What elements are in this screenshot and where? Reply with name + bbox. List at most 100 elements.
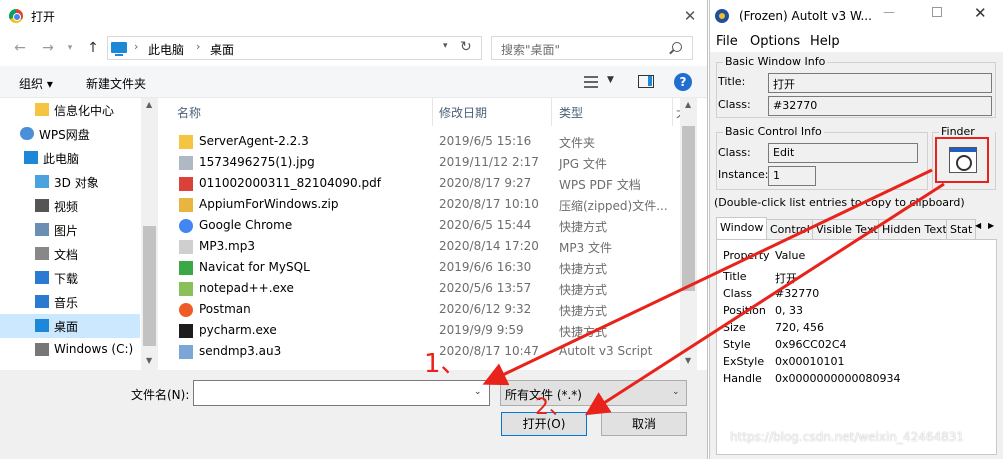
tab-control[interactable]: Control <box>766 219 814 239</box>
column-divider[interactable] <box>432 98 433 126</box>
chevron-down-icon[interactable]: ⌄ <box>672 387 680 397</box>
breadcrumb-separator-icon[interactable]: › <box>196 40 200 53</box>
file-row[interactable]: Navicat for MySQL 2019/6/6 16:30 快捷方式 <box>158 257 688 278</box>
sidebar-item[interactable]: 视频 <box>0 194 140 218</box>
search-icon[interactable] <box>672 42 682 52</box>
file-name: 1573496275(1).jpg <box>199 155 315 169</box>
notepad-icon <box>179 282 193 296</box>
file-row[interactable]: ServerAgent-2.2.3 2019/6/5 15:16 文件夹 <box>158 131 688 152</box>
column-header-date[interactable]: 修改日期 <box>439 104 487 121</box>
property-row[interactable]: Handle 0x0000000000080934 <box>717 371 996 388</box>
recent-dropdown-icon[interactable]: ▾ <box>60 38 80 58</box>
property-row[interactable]: ExStyle 0x00010101 <box>717 354 996 371</box>
autoit-title-bar: (Frozen) AutoIt v3 W... — ✕ <box>710 0 1003 32</box>
sidebar-item[interactable]: 此电脑 <box>0 146 140 170</box>
column-divider[interactable] <box>551 98 552 126</box>
up-arrow-icon[interactable]: ↑ <box>83 38 103 58</box>
sidebar-item[interactable]: WPS网盘 <box>0 122 140 146</box>
view-options-icon[interactable] <box>584 76 598 88</box>
control-class-label: Class: <box>718 146 751 159</box>
sidebar-item[interactable]: 图片 <box>0 218 140 242</box>
sidebar-scroll-thumb[interactable] <box>143 226 156 346</box>
refresh-icon[interactable]: ↻ <box>460 39 472 55</box>
tab-scroll-right-icon[interactable]: ▶ <box>988 221 994 230</box>
file-list-scroll-thumb[interactable] <box>682 126 695 291</box>
cancel-button[interactable]: 取消 <box>601 412 687 436</box>
tab-statusbar[interactable]: Stat <box>946 219 977 239</box>
new-folder-button[interactable]: 新建文件夹 <box>86 75 146 92</box>
scroll-down-icon[interactable]: ▼ <box>685 356 691 365</box>
file-row[interactable]: MP3.mp3 2020/8/14 17:20 MP3 文件 <box>158 236 688 257</box>
sidebar-item[interactable]: 3D 对象 <box>0 170 140 194</box>
chevron-down-icon[interactable]: ⌄ <box>474 387 482 397</box>
property-row[interactable]: Class #32770 <box>717 286 996 303</box>
sidebar-item[interactable]: 音乐 <box>0 290 140 314</box>
view-dropdown-icon[interactable]: ▼ <box>607 75 614 85</box>
column-header-type[interactable]: 类型 <box>559 104 583 121</box>
organize-button[interactable]: 组织 ▾ <box>19 75 53 92</box>
file-row[interactable]: sendmp3.au3 2020/8/17 10:47 AutoIt v3 Scri… <box>158 341 688 362</box>
control-instance-field[interactable]: 1 <box>768 166 816 186</box>
file-row[interactable]: 011002000311_82104090.pdf 2020/8/17 9:27 W… <box>158 173 688 194</box>
preview-pane-icon[interactable] <box>638 75 654 88</box>
address-dropdown-icon[interactable]: ▾ <box>443 41 448 51</box>
file-row[interactable]: AppiumForWindows.zip 2020/8/17 10:10 压缩(zi… <box>158 194 688 215</box>
address-bar[interactable]: › 此电脑 › 桌面 ▾ ↻ <box>107 36 482 60</box>
sidebar-item[interactable]: Windows (C:) <box>0 338 140 362</box>
menu-help[interactable]: Help <box>810 34 840 49</box>
control-instance-label: Instance: <box>718 168 769 181</box>
breadcrumb-desktop[interactable]: 桌面 <box>210 41 234 58</box>
maximize-icon[interactable] <box>932 7 942 17</box>
column-header-name[interactable]: 名称 <box>177 104 201 121</box>
search-box[interactable]: 搜索"桌面" <box>491 36 693 60</box>
help-icon[interactable]: ? <box>674 73 692 91</box>
window-class-field[interactable]: #32770 <box>768 96 992 116</box>
file-row[interactable]: Postman 2020/6/12 9:32 快捷方式 <box>158 299 688 320</box>
search-input[interactable]: 搜索"桌面" <box>501 41 560 58</box>
sidebar-item[interactable]: 文档 <box>0 242 140 266</box>
menu-file[interactable]: File <box>716 34 738 49</box>
sidebar-item[interactable]: 信息化中心 <box>0 98 140 122</box>
cloud-icon <box>20 127 34 140</box>
property-row[interactable]: Position 0, 33 <box>717 303 996 320</box>
breadcrumb-separator-icon[interactable]: › <box>134 40 138 53</box>
back-arrow-icon[interactable]: ← <box>10 38 30 58</box>
breadcrumb-this-pc[interactable]: 此电脑 <box>148 41 184 58</box>
crosshair-icon[interactable] <box>949 147 977 173</box>
tab-hidden-text[interactable]: Hidden Text <box>878 219 951 239</box>
property-row[interactable]: Style 0x96CC02C4 <box>717 337 996 354</box>
property-row[interactable]: Title 打开 <box>717 269 996 286</box>
file-row[interactable]: Google Chrome 2020/6/5 15:44 快捷方式 <box>158 215 688 236</box>
scroll-down-icon[interactable]: ▼ <box>146 356 152 365</box>
property-value: 0, 33 <box>775 304 803 317</box>
sidebar-item[interactable]: 下载 <box>0 266 140 290</box>
file-row[interactable]: pycharm.exe 2019/9/9 9:59 快捷方式 <box>158 320 688 341</box>
file-row[interactable]: notepad++.exe 2020/5/6 13:57 快捷方式 <box>158 278 688 299</box>
scroll-up-icon[interactable]: ▲ <box>685 100 691 109</box>
tab-scroll-left-icon[interactable]: ◀ <box>975 221 981 230</box>
property-row[interactable]: Size 720, 456 <box>717 320 996 337</box>
scroll-up-icon[interactable]: ▲ <box>146 100 152 109</box>
control-class-field[interactable]: Edit <box>768 143 918 163</box>
close-icon[interactable]: ✕ <box>974 4 987 22</box>
property-key: Handle <box>723 372 762 385</box>
close-icon[interactable]: ✕ <box>678 4 702 28</box>
property-value: 0x0000000000080934 <box>775 372 901 385</box>
minimize-icon[interactable]: — <box>883 5 895 19</box>
filename-input[interactable]: ⌄ <box>193 380 490 406</box>
forward-arrow-icon[interactable]: → <box>38 38 58 58</box>
file-row[interactable]: 1573496275(1).jpg 2019/11/12 2:17 JPG 文件 <box>158 152 688 173</box>
file-name: Postman <box>199 302 251 316</box>
filetype-select[interactable]: 所有文件 (*.*) ⌄ <box>500 380 687 406</box>
column-divider[interactable] <box>672 98 673 126</box>
sidebar-item[interactable]: 桌面 <box>0 314 140 338</box>
open-button[interactable]: 打开(O) <box>501 412 587 436</box>
menu-options[interactable]: Options <box>750 34 800 49</box>
tab-visible-text[interactable]: Visible Text <box>812 219 882 239</box>
navicat-icon <box>179 261 193 275</box>
sidebar-scrollbar[interactable]: ▲ ▼ <box>141 98 158 370</box>
file-list-scrollbar[interactable]: ▲ ▼ <box>680 98 697 370</box>
tab-window[interactable]: Window <box>716 217 768 239</box>
window-title-field[interactable]: 打开 <box>768 73 992 93</box>
finder-tool-button[interactable] <box>936 138 988 182</box>
